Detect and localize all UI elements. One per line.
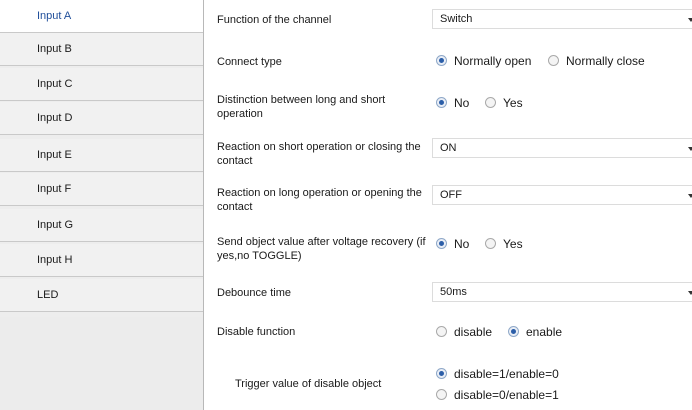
radio-selected-icon [436, 368, 447, 379]
reaction-short-select[interactable]: ON [432, 138, 692, 158]
distinction-option-label: Yes [503, 96, 523, 110]
connect-type-option-label: Normally open [454, 54, 532, 68]
disable-function-label: Disable function [217, 326, 296, 338]
reaction-short-value: ON [440, 142, 457, 154]
sidebar-empty-area [0, 317, 203, 410]
function-of-channel-value: Switch [440, 13, 473, 25]
sidebar-item-input-c[interactable]: Input C [0, 68, 203, 101]
radio-unselected-icon [436, 326, 447, 337]
chevron-down-icon [688, 147, 692, 151]
radio-unselected-icon [436, 389, 447, 400]
reaction-long-label-line1: Reaction on long operation or opening th… [217, 187, 422, 199]
trigger-value-label: Trigger value of disable object [235, 378, 382, 390]
send-object-option-label: Yes [503, 237, 523, 251]
send-object-label: Send object value after voltage recovery… [217, 235, 426, 263]
chevron-down-icon [688, 18, 692, 22]
reaction-long-select[interactable]: OFF [432, 185, 692, 205]
sidebar-item-input-a[interactable]: Input A [0, 0, 203, 33]
send-object-option-label: No [454, 237, 470, 251]
chevron-down-icon [688, 291, 692, 295]
send-object-label-line1: Send object value after voltage recovery… [217, 236, 426, 248]
reaction-short-label: Reaction on short operation or closing t… [217, 140, 421, 168]
sidebar: Input A Input B Input C Input D Input E … [0, 0, 204, 410]
distinction-label-line1: Distinction between long and short [217, 94, 386, 106]
disable-function-option-label: disable [454, 325, 493, 339]
radio-unselected-icon [548, 55, 559, 66]
reaction-long-label: Reaction on long operation or opening th… [217, 186, 422, 214]
connect-type-label: Connect type [217, 56, 282, 68]
debounce-time-select[interactable]: 50ms [432, 282, 692, 302]
disable-function-option-label: enable [526, 325, 563, 339]
trigger-value-option-label: disable=0/enable=1 [454, 388, 559, 402]
connect-type-option-label: Normally close [566, 54, 645, 68]
settings-panel: Function of the channel Switch Connect t… [205, 0, 692, 410]
sidebar-item-input-h[interactable]: Input H [0, 244, 203, 277]
reaction-short-label-line1: Reaction on short operation or closing t… [217, 141, 421, 153]
debounce-time-label: Debounce time [217, 287, 291, 299]
radio-selected-icon [436, 238, 447, 249]
distinction-label: Distinction between long and short opera… [217, 93, 385, 121]
sidebar-item-led[interactable]: LED [0, 279, 203, 312]
function-of-channel-select[interactable]: Switch [432, 9, 692, 29]
sidebar-item-input-g[interactable]: Input G [0, 209, 203, 242]
sidebar-item-input-f[interactable]: Input F [0, 173, 203, 206]
sidebar-item-input-d[interactable]: Input D [0, 102, 203, 135]
sidebar-item-input-e[interactable]: Input E [0, 139, 203, 172]
radio-selected-icon [436, 55, 447, 66]
radio-selected-icon [508, 326, 519, 337]
function-of-channel-label: Function of the channel [217, 14, 332, 26]
reaction-short-label-line2: contact [217, 155, 253, 167]
sidebar-item-input-b[interactable]: Input B [0, 33, 203, 66]
send-object-label-line2: yes,no TOGGLE) [217, 250, 302, 262]
radio-unselected-icon [485, 97, 496, 108]
trigger-value-option-label: disable=1/enable=0 [454, 367, 559, 381]
radio-selected-icon [436, 97, 447, 108]
chevron-down-icon [688, 194, 692, 198]
reaction-long-label-line2: contact [217, 201, 253, 213]
distinction-label-line2: operation [217, 108, 263, 120]
debounce-time-value: 50ms [440, 286, 467, 298]
distinction-option-label: No [454, 96, 470, 110]
reaction-long-value: OFF [440, 189, 462, 201]
radio-unselected-icon [485, 238, 496, 249]
